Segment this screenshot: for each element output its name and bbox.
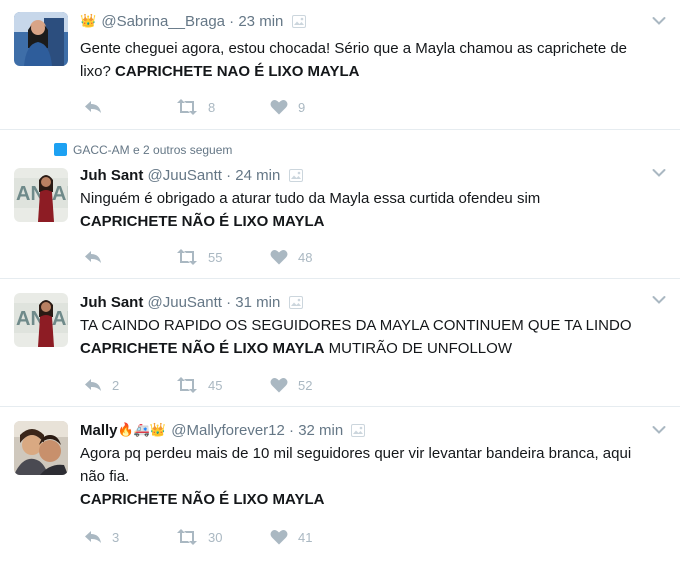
tweet[interactable]: Mally🔥🚑👑 @Mallyforever12 · 32 min Agora … <box>0 407 680 561</box>
reply-icon <box>85 251 101 263</box>
timestamp[interactable]: 23 min <box>238 13 283 30</box>
retweet-count: 45 <box>208 377 223 393</box>
username[interactable]: @Mallyforever12 <box>171 422 285 439</box>
tweet-text-bold: CAPRICHETE NÃO É LIXO MAYLA <box>80 213 325 230</box>
retweet-button[interactable]: 8 <box>176 97 215 117</box>
avatar-image: AN AI <box>14 293 68 347</box>
timestamp[interactable]: 24 min <box>235 167 280 184</box>
retweet-count: 8 <box>208 99 216 115</box>
tweet-text-body: Ninguém é obrigado a aturar tudo da Mayl… <box>80 190 541 207</box>
avatar[interactable] <box>14 421 68 475</box>
separator: · <box>229 13 235 30</box>
timestamp[interactable]: 32 min <box>298 422 343 439</box>
heart-icon <box>270 378 288 393</box>
tweet-text-tail: MUTIRÃO DE UNFOLLOW <box>324 340 512 357</box>
reply-icon <box>85 531 101 543</box>
social-context[interactable]: GACC-AM e 2 outros seguem <box>54 142 232 158</box>
like-button[interactable]: 9 <box>270 97 305 117</box>
username[interactable]: @Sabrina__Braga <box>101 13 225 30</box>
name-emoji: 🔥🚑👑 <box>117 422 167 437</box>
heart-icon <box>270 250 288 265</box>
reply-count: 2 <box>112 377 120 393</box>
image-icon <box>288 296 303 309</box>
like-button[interactable]: 48 <box>270 247 312 267</box>
tweet-text: Ninguém é obrigado a aturar tudo da Mayl… <box>80 187 660 233</box>
avatar[interactable]: AN AI <box>14 293 68 347</box>
svg-text:AI: AI <box>52 308 68 330</box>
retweet-button[interactable]: 45 <box>176 375 222 395</box>
avatar-image: AN AI <box>14 168 68 222</box>
retweet-count: 30 <box>208 529 223 545</box>
avatar[interactable]: AN AI <box>14 168 68 222</box>
chevron-down-icon[interactable] <box>652 168 666 178</box>
separator: · <box>289 422 295 439</box>
like-count: 9 <box>298 99 306 115</box>
like-count: 41 <box>298 529 313 545</box>
tweet-header: Juh Sant @JuuSantt · 24 min <box>80 166 303 186</box>
like-button[interactable]: 52 <box>270 375 312 395</box>
reply-button[interactable]: 3 <box>84 527 119 547</box>
tweet[interactable]: GACC-AM e 2 outros seguem AN AI Juh Sant… <box>0 130 680 279</box>
like-count: 52 <box>298 377 313 393</box>
heart-icon <box>270 530 288 545</box>
like-button[interactable]: 41 <box>270 527 312 547</box>
retweet-count: 55 <box>208 249 223 265</box>
retweet-icon <box>177 249 197 265</box>
chevron-down-icon[interactable] <box>652 295 666 305</box>
tweet-header: Mally🔥🚑👑 @Mallyforever12 · 32 min <box>80 421 366 441</box>
reply-icon <box>85 101 101 113</box>
image-icon <box>351 424 366 437</box>
retweet-icon <box>177 99 197 115</box>
image-icon <box>288 169 303 182</box>
tweet-text: Gente cheguei agora, estou chocada! Séri… <box>80 37 660 83</box>
avatar[interactable] <box>14 12 68 66</box>
tweet-text-bold: CAPRICHETE NAO É LIXO MAYLA <box>115 63 360 80</box>
reply-button[interactable]: 2 <box>84 375 119 395</box>
heart-icon <box>270 100 288 115</box>
svg-text:AI: AI <box>52 183 68 205</box>
image-icon <box>291 15 306 28</box>
chevron-down-icon[interactable] <box>652 16 666 26</box>
followers-icon <box>54 143 67 156</box>
tweet[interactable]: 👑 @Sabrina__Braga · 23 min Gente cheguei… <box>0 0 680 130</box>
retweet-button[interactable]: 55 <box>176 247 222 267</box>
reply-count: 3 <box>112 529 120 545</box>
retweet-icon <box>177 529 197 545</box>
tweet[interactable]: AN AI Juh Sant @JuuSantt · 31 min TA CAI… <box>0 279 680 407</box>
like-count: 48 <box>298 249 313 265</box>
tweet-text-body: Agora pq perdeu mais de 10 mil seguidore… <box>80 445 632 485</box>
username[interactable]: @JuuSantt <box>148 294 222 311</box>
tweet-text-bold: CAPRICHETE NÃO É LIXO MAYLA <box>80 491 325 508</box>
tweet-text-body: TA CAINDO RAPIDO OS SEGUIDORES DA MAYLA … <box>80 317 632 334</box>
tweet-text-bold: CAPRICHETE NÃO É LIXO MAYLA <box>80 340 325 357</box>
display-name[interactable]: Juh Sant <box>80 167 143 184</box>
separator: · <box>226 294 232 311</box>
reply-button[interactable] <box>84 97 112 117</box>
retweet-icon <box>177 377 197 393</box>
tweet-text: TA CAINDO RAPIDO OS SEGUIDORES DA MAYLA … <box>80 314 660 360</box>
avatar-image <box>14 421 68 475</box>
tweet-text: Agora pq perdeu mais de 10 mil seguidore… <box>80 442 655 511</box>
reply-button[interactable] <box>84 247 112 267</box>
chevron-down-icon[interactable] <box>652 425 666 435</box>
display-name[interactable]: Juh Sant <box>80 294 143 311</box>
social-context-text: GACC-AM e 2 outros seguem <box>73 143 233 157</box>
display-name[interactable]: Mally <box>80 422 118 439</box>
retweet-button[interactable]: 30 <box>176 527 222 547</box>
username[interactable]: @JuuSantt <box>148 167 222 184</box>
avatar-image <box>14 12 68 66</box>
reply-icon <box>85 379 101 391</box>
tweet-header: 👑 @Sabrina__Braga · 23 min <box>80 12 306 32</box>
name-emoji: 👑 <box>80 13 97 28</box>
timeline: 👑 @Sabrina__Braga · 23 min Gente cheguei… <box>0 0 680 561</box>
timestamp[interactable]: 31 min <box>235 294 280 311</box>
tweet-header: Juh Sant @JuuSantt · 31 min <box>80 293 303 313</box>
separator: · <box>226 167 232 184</box>
